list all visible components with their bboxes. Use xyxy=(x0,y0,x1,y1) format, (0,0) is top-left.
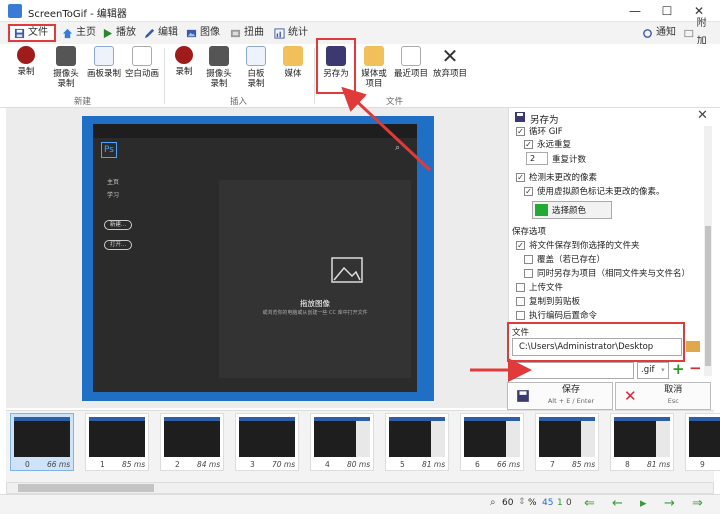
filmstrip-frame[interactable]: 1 85 ms xyxy=(85,413,149,471)
thumbnail-titlebar xyxy=(689,417,720,421)
frame-duration: 85 ms xyxy=(572,460,596,469)
frame-thumbnail xyxy=(14,417,70,457)
first-frame-icon[interactable]: ⇐ xyxy=(584,496,595,511)
selected-count: 1 xyxy=(557,498,563,508)
frame-index: 9 xyxy=(700,460,705,469)
frame-index: 6 xyxy=(475,460,480,469)
current-frame: 0 xyxy=(566,498,572,508)
frame-thumbnail xyxy=(89,417,145,457)
thumbnail-titlebar xyxy=(89,417,145,421)
thumbnail-titlebar xyxy=(14,417,70,421)
frame-index: 4 xyxy=(325,460,330,469)
frame-thumbnail xyxy=(164,417,220,457)
play-icon[interactable]: ▸ xyxy=(640,496,647,511)
next-frame-icon[interactable]: → xyxy=(664,496,675,511)
filmstrip-frame[interactable]: 971 ms xyxy=(685,413,720,471)
filmstrip-frame[interactable]: 4 80 ms xyxy=(310,413,374,471)
frame-thumbnail xyxy=(239,417,295,457)
frame-thumbnail xyxy=(689,417,720,457)
frame-index: 2 xyxy=(175,460,180,469)
frame-thumbnail xyxy=(464,417,520,457)
frame-duration: 70 ms xyxy=(272,460,296,469)
filmstrip-frame[interactable]: 6 66 ms xyxy=(460,413,524,471)
frame-thumbnail xyxy=(539,417,595,457)
thumbnail-titlebar xyxy=(164,417,220,421)
thumbnail-panel xyxy=(656,421,670,457)
filmstrip-scrollbar-thumb[interactable] xyxy=(18,484,154,492)
thumbnail-panel xyxy=(431,421,445,457)
zoom-unit: % xyxy=(528,498,537,508)
frame-duration: 81 ms xyxy=(422,460,446,469)
frame-thumbnail xyxy=(314,417,370,457)
frame-index: 0 xyxy=(25,460,30,469)
frame-index: 8 xyxy=(625,460,630,469)
thumbnail-panel xyxy=(581,421,595,457)
filmstrip-frame[interactable]: 2 84 ms xyxy=(160,413,224,471)
frame-duration: 81 ms xyxy=(647,460,671,469)
last-frame-icon[interactable]: ⇒ xyxy=(692,496,703,511)
frame-total: 45 xyxy=(542,498,554,508)
frame-index: 1 xyxy=(100,460,105,469)
frame-index: 7 xyxy=(550,460,555,469)
thumbnail-panel xyxy=(506,421,520,457)
filmstrip-frame[interactable]: 8 81 ms xyxy=(610,413,674,471)
frame-index: 5 xyxy=(400,460,405,469)
frame-duration: 84 ms xyxy=(197,460,221,469)
spin-icon[interactable]: ⇕ xyxy=(518,497,526,507)
frame-duration: 80 ms xyxy=(347,460,371,469)
previous-frame-icon[interactable]: ← xyxy=(612,496,623,511)
filmstrip-frame[interactable]: 3 70 ms xyxy=(235,413,299,471)
thumbnail-titlebar xyxy=(239,417,295,421)
frame-thumbnail xyxy=(389,417,445,457)
zoom-value[interactable]: 60 xyxy=(502,498,513,508)
frame-duration: 85 ms xyxy=(122,460,146,469)
frame-duration: 66 ms xyxy=(497,460,521,469)
filmstrip-frame[interactable]: 0 66 ms xyxy=(10,413,74,471)
filmstrip-frame[interactable]: 7 85 ms xyxy=(535,413,599,471)
thumbnail-panel xyxy=(356,421,370,457)
frame-index: 3 xyxy=(250,460,255,469)
filmstrip-frame[interactable]: 5 81 ms xyxy=(385,413,449,471)
frame-duration: 66 ms xyxy=(47,460,71,469)
search-icon: ⌕ xyxy=(490,497,496,508)
frame-thumbnail xyxy=(614,417,670,457)
